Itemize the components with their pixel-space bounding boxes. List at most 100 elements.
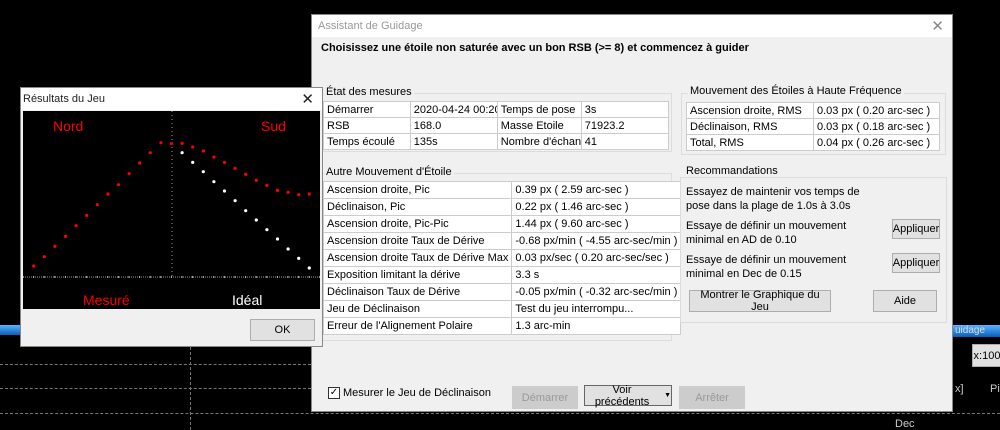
start-button[interactable]: Démarrer	[512, 386, 578, 409]
ideal-point	[297, 256, 301, 260]
table-cell: Temps écoulé	[323, 133, 411, 150]
table-cell: Démarrer	[323, 101, 411, 118]
dialog-title: Résultats du Jeu	[23, 93, 105, 105]
bg-col-header: x]	[955, 383, 964, 395]
table-row: Déclinaison, RMS 0.03 px ( 0.18 arc-sec )	[686, 118, 940, 135]
measured-point	[233, 166, 237, 170]
table-cell: Déclinaison, Pic	[322, 198, 513, 216]
bg-grid-line	[0, 413, 1000, 414]
bg-grid-line	[0, 388, 311, 389]
table-cell: Test du jeu interrompu...	[511, 300, 682, 318]
title-bar: Assistant de Guidage ✕	[312, 15, 952, 37]
measured-point	[191, 145, 195, 149]
recommendations-label: Recommandations	[684, 165, 780, 177]
rec-line: pose dans la plage de 1.0s à 3.0s	[686, 200, 851, 212]
bg-grid-line	[0, 364, 311, 365]
table-row: Ascension droite Taux de Dérive -0.68 px/…	[322, 232, 682, 250]
dropdown-arrow-icon: ▼	[664, 392, 671, 399]
table-cell: Ascension droite, Pic	[322, 181, 513, 199]
ideal-point	[244, 209, 248, 213]
measured-point	[180, 141, 184, 145]
table-cell: 0.39 px ( 2.59 arc-sec )	[511, 181, 682, 199]
high-freq-table: Ascension droite, RMS 0.03 px ( 0.20 arc-…	[686, 102, 940, 151]
measured-point	[63, 234, 68, 238]
measured-point	[148, 151, 152, 155]
table-cell: 168.0	[409, 117, 498, 134]
title-bar: Résultats du Jeu ✕	[21, 88, 322, 110]
measurements-label: État des mesures	[324, 86, 414, 98]
measured-point	[53, 244, 57, 248]
table-cell: Nombre d'échantill	[496, 133, 582, 150]
checkbox-check-icon[interactable]: ✓	[328, 387, 340, 399]
table-row: Ascension droite Taux de Dérive Max 0.03 …	[322, 249, 682, 267]
ideal-point	[180, 151, 184, 155]
table-cell: Ascension droite Taux de Dérive Max	[322, 249, 513, 267]
measured-point	[32, 264, 36, 268]
table-row: Ascension droite, RMS 0.03 px ( 0.20 arc-…	[686, 102, 940, 119]
rec-line: minimal en Dec de 0.15	[686, 268, 802, 280]
measure-backlash-checkbox[interactable]: ✓ Mesurer le Jeu de Déclinaison	[328, 387, 491, 399]
measured-point	[286, 190, 290, 194]
measured-point	[116, 183, 121, 187]
measured-point	[201, 149, 205, 153]
table-cell: 2020-04-24 00:20:5	[409, 101, 498, 118]
measured-point	[265, 183, 269, 187]
table-cell: 3.3 s	[511, 266, 682, 284]
table-cell: Ascension droite Taux de Dérive	[322, 232, 513, 250]
ok-button[interactable]: OK	[250, 319, 315, 341]
table-cell: 1.3 arc-min	[511, 317, 682, 335]
ideal-point	[212, 180, 216, 184]
table-row: Déclinaison, Pic 0.22 px ( 1.46 arc-sec …	[322, 198, 682, 216]
close-icon[interactable]: ✕	[301, 90, 314, 108]
table-cell: -0.68 px/min ( -4.55 arc-sec/min )	[511, 232, 682, 250]
dialog-title: Assistant de Guidage	[318, 20, 423, 32]
close-icon[interactable]: ✕	[931, 17, 944, 35]
backlash-plot: Nord Sud Mesuré Idéal	[22, 111, 321, 309]
table-cell: Masse Etoile	[496, 117, 582, 134]
measured-point	[138, 161, 142, 165]
table-cell: Déclinaison, RMS	[686, 118, 814, 135]
high-freq-label: Mouvement des Étoiles à Haute Fréquence	[688, 85, 904, 97]
apply-ra-button[interactable]: Appliquer	[892, 219, 940, 239]
view-history-dropdown[interactable]: Voir précédents ▼	[584, 384, 672, 408]
table-row: RSB 168.0 Masse Etoile 71923.2	[323, 117, 670, 134]
table-cell: Jeu de Déclinaison	[322, 300, 513, 318]
measured-point	[159, 141, 163, 145]
ideal-point	[307, 266, 311, 270]
rec-line: Essaye de définir un mouvement	[686, 254, 847, 266]
stop-button[interactable]: Arrêter	[679, 386, 745, 409]
measurements-table: Démarrer2020-04-24 00:20:5Temps de pose3…	[323, 101, 670, 150]
ideal-point	[254, 218, 258, 222]
help-button[interactable]: Aide	[873, 290, 937, 312]
exposure-recommendation: Essayez de maintenir vos temps de pose d…	[686, 185, 860, 213]
other-motion-label: Autre Mouvement d'Étoile	[324, 166, 454, 178]
dec-recommendation: Essaye de définir un mouvement minimal e…	[686, 253, 846, 281]
other-motion-table: Ascension droite, Pic 0.39 px ( 2.59 arc…	[322, 181, 682, 335]
bg-row-label: Dec	[895, 418, 915, 430]
ideal-point	[265, 228, 269, 232]
table-row: Jeu de Déclinaison Test du jeu interrompu…	[322, 300, 682, 318]
south-label: Sud	[261, 118, 286, 134]
ideal-point	[222, 189, 227, 193]
bg-zoom-button[interactable]: x:100	[972, 344, 1000, 367]
table-cell: Total, RMS	[686, 134, 814, 151]
measured-point	[275, 188, 280, 192]
table-row: Temps écoulé135sNombre d'échantill41	[323, 133, 670, 150]
apply-dec-button[interactable]: Appliquer	[892, 253, 940, 273]
bg-panel-bar	[0, 325, 20, 335]
table-row: Ascension droite, Pic-Pic 1.44 px ( 9.60…	[322, 215, 682, 233]
table-cell: 0.04 px ( 0.26 arc-sec )	[813, 134, 940, 151]
instruction-text: Choisissez une étoile non saturée avec u…	[321, 42, 749, 54]
guiding-assistant-dialog: Assistant de Guidage ✕ Choisissez une ét…	[311, 14, 953, 412]
table-cell: 71923.2	[580, 117, 670, 134]
table-cell: Erreur de l'Alignement Polaire	[322, 317, 513, 335]
measured-point	[85, 213, 89, 217]
table-row: Exposition limitant la dérive 3.3 s	[322, 266, 682, 284]
show-backlash-graph-button[interactable]: Montrer le Graphique du Jeu	[689, 289, 831, 313]
table-cell: 41	[580, 133, 670, 150]
table-cell: Ascension droite, RMS	[686, 102, 814, 119]
ideal-point	[201, 170, 205, 174]
bg-col-header: Pi	[990, 383, 1000, 395]
table-row: Ascension droite, Pic 0.39 px ( 2.59 arc…	[322, 181, 682, 199]
table-cell: 0.03 px ( 0.20 arc-sec )	[813, 102, 940, 119]
